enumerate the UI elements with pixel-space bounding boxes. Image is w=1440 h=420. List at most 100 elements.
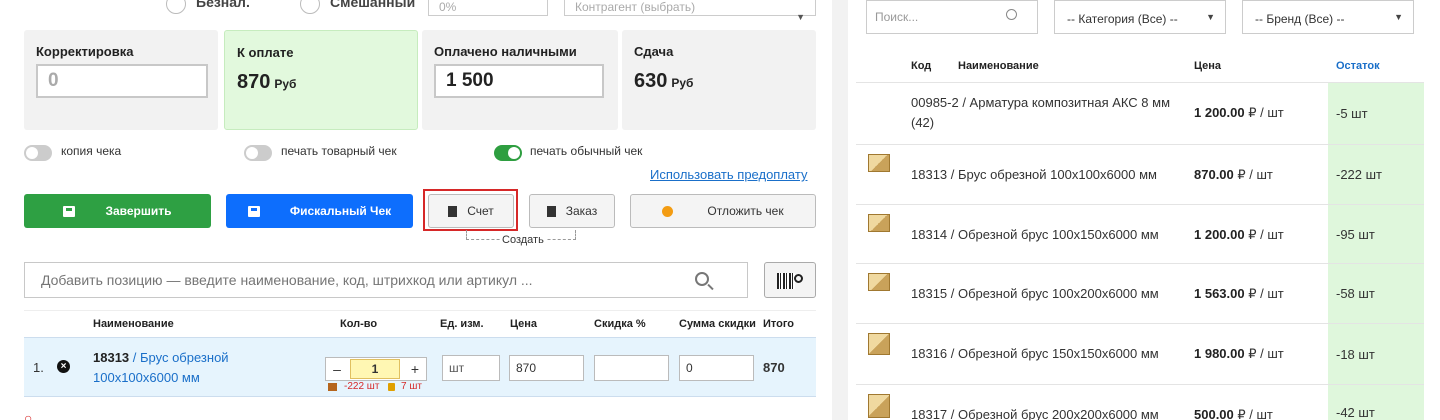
search-icon	[1006, 9, 1017, 20]
fiscal-receipt-button-label: Фискальный Чек	[289, 204, 392, 218]
order-button-label: Заказ	[565, 204, 598, 218]
cash-title: Оплачено наличными	[434, 44, 577, 59]
finish-button[interactable]: Завершить	[24, 194, 211, 228]
add-position-search	[24, 262, 748, 298]
catalog-search: Поиск...	[866, 0, 1038, 34]
item-code: 18313	[93, 350, 130, 365]
catalog-item-stock: -222 шт	[1328, 145, 1424, 205]
postpone-button[interactable]: Отложить чек	[630, 194, 816, 228]
row-number: 1.	[33, 360, 44, 375]
catalog-item-stock: -95 шт	[1328, 205, 1424, 264]
barcode-icon	[777, 273, 795, 289]
catalog-item-price: 1 563.00 ₽ / шт	[1194, 286, 1284, 302]
item-link-size[interactable]: 100x100x6000 мм	[93, 370, 200, 385]
category-select-value: -- Категория (Все) --	[1067, 12, 1178, 26]
discount-sum-field[interactable]: 0	[679, 355, 754, 381]
create-caption: Создать	[500, 234, 546, 246]
quantity-stepper: – 1 +	[325, 357, 427, 381]
use-prepayment-link[interactable]: Использовать предоплату	[650, 167, 807, 182]
add-position-input[interactable]	[25, 263, 665, 297]
item-name: 18313 / Брус обрезной 100x100x6000 мм	[93, 348, 263, 388]
barcode-scan-button[interactable]	[764, 262, 816, 298]
table-row[interactable]: 00985-2 / Арматура композитная АКС 8 мм …	[856, 82, 1424, 145]
percent-input[interactable]: 0%	[428, 0, 548, 16]
remove-icon[interactable]: ×	[57, 360, 70, 373]
fiscal-receipt-button[interactable]: Фискальный Чек	[226, 194, 413, 228]
stock-note: -222 шт	[344, 381, 380, 392]
table-row[interactable]: 18314 / Обрезной брус 100x150x6000 мм 1 …	[856, 204, 1424, 264]
clock-icon	[662, 205, 674, 217]
price-value: 1 563.00	[1194, 286, 1245, 301]
quantity-input[interactable]: 1	[350, 359, 400, 379]
price-value: 1 980.00	[1194, 346, 1245, 361]
price-unit: ₽ / шт	[1233, 167, 1273, 182]
table-row[interactable]: 18317 / Обрезной брус 200x200x6000 мм 50…	[856, 384, 1424, 420]
price-unit: ₽ / шт	[1233, 407, 1273, 420]
regular-receipt-toggle[interactable]	[494, 145, 522, 161]
catalog-item-price: 1 200.00 ₽ / шт	[1194, 105, 1284, 121]
postpone-button-label: Отложить чек	[707, 204, 784, 218]
change-value: 630	[634, 70, 668, 92]
percent-value: 0%	[439, 0, 457, 14]
price-value: 870.00	[1194, 167, 1234, 182]
printer-icon	[247, 205, 260, 217]
price-field[interactable]: 870	[509, 355, 584, 381]
catalog-item-name: 18315 / Обрезной брус 100x200x6000 мм	[911, 286, 1159, 301]
change-unit: Руб	[671, 76, 694, 90]
change-title: Сдача	[634, 44, 674, 59]
goods-receipt-label: печать товарный чек	[281, 144, 397, 158]
order-button[interactable]: Заказ	[529, 194, 615, 228]
header-discount-sum: Сумма скидки	[679, 318, 756, 330]
finish-button-label: Завершить	[105, 204, 172, 218]
price-unit: ₽ / шт	[1244, 227, 1284, 242]
table-row: 1. × 18313 / Брус обрезной 100x100x6000 …	[24, 337, 816, 397]
chevron-down-icon: ▼	[1394, 12, 1403, 22]
catalog-item-stock: -58 шт	[1328, 264, 1424, 324]
catalog-item-name: 18317 / Обрезной брус 200x200x6000 мм	[911, 407, 1159, 420]
price-value: 1 200.00	[1194, 105, 1245, 120]
change-card: Сдача 630 Руб	[622, 30, 816, 130]
timber-icon	[868, 333, 890, 355]
table-row[interactable]: 18316 / Обрезной брус 150x150x6000 мм 1 …	[856, 323, 1424, 385]
timber-icon	[868, 214, 890, 232]
correction-input[interactable]: 0	[36, 64, 208, 98]
increase-button[interactable]: +	[404, 358, 426, 380]
cash-input[interactable]: 1 500	[434, 64, 604, 98]
price-unit: ₽ / шт	[1244, 286, 1284, 301]
header-total: Итого	[763, 318, 795, 330]
mixed-radio-label: Смешанный	[330, 0, 416, 10]
catalog-item-name: 18314 / Обрезной брус 100x150x6000 мм	[911, 227, 1159, 242]
category-select[interactable]: -- Категория (Все) -- ▼	[1054, 0, 1226, 34]
brand-select[interactable]: -- Бренд (Все) -- ▼	[1242, 0, 1414, 34]
topay-amount: 870 Руб	[237, 71, 296, 94]
change-amount: 630 Руб	[634, 70, 693, 93]
table-row[interactable]: 18313 / Брус обрезной 100x100x6000 мм 87…	[856, 144, 1424, 205]
timber-icon	[868, 273, 890, 291]
price-unit: ₽ / шт	[1244, 346, 1284, 361]
counterparty-select[interactable]: Контрагент (выбрать) ▼	[564, 0, 816, 22]
table-row[interactable]: 18315 / Обрезной брус 100x200x6000 мм 1 …	[856, 263, 1424, 324]
catalog-item-name: 18313 / Брус обрезной 100x100x6000 мм	[911, 167, 1157, 182]
header-price: Цена	[510, 318, 538, 330]
goods-receipt-toggle[interactable]	[244, 145, 272, 161]
decrease-button[interactable]: –	[326, 358, 348, 380]
invoice-button[interactable]: Счет	[428, 194, 514, 228]
discount-pct-field[interactable]	[594, 355, 669, 381]
catalog-header-stock[interactable]: Остаток	[1336, 60, 1380, 72]
reserve-note: 7 шт	[401, 381, 422, 392]
catalog-item-price: 870.00 ₽ / шт	[1194, 167, 1273, 183]
catalog-header-name: Наименование	[958, 60, 1039, 72]
price-unit: ₽ / шт	[1244, 105, 1284, 120]
item-link[interactable]: / Брус обрезной	[129, 350, 229, 365]
topay-unit: Руб	[274, 77, 297, 91]
unit-field[interactable]: шт	[442, 355, 500, 381]
catalog-item-stock: -5 шт	[1328, 83, 1424, 145]
timber-icon	[868, 394, 890, 418]
lock-icon	[388, 383, 395, 391]
header-discount-pct: Скидка %	[594, 318, 646, 330]
catalog-item-name: 00985-2 / Арматура композитная АКС 8 мм …	[911, 95, 1171, 130]
catalog-search-input[interactable]: Поиск...	[875, 10, 918, 24]
catalog-header-price: Цена	[1194, 60, 1222, 72]
copy-receipt-toggle[interactable]	[24, 145, 52, 161]
header-name: Наименование	[93, 318, 174, 330]
